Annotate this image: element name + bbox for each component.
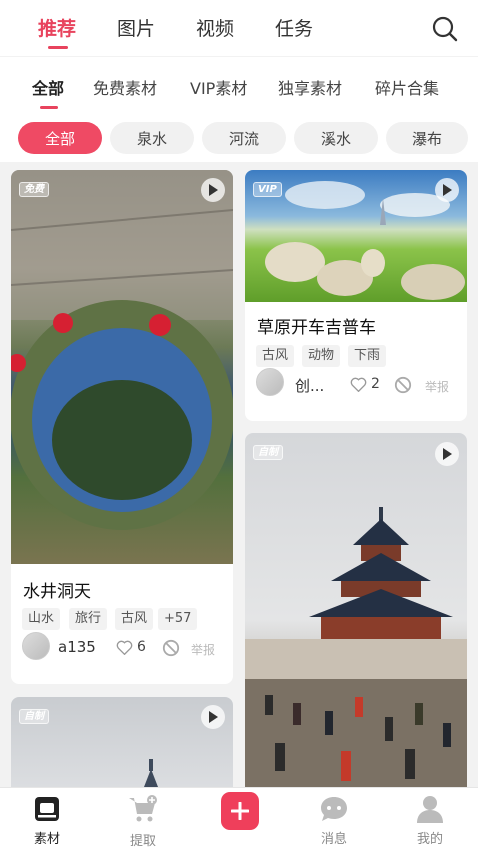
tag-more[interactable]: +57 xyxy=(158,608,198,630)
nav-material[interactable]: 素材 xyxy=(12,788,82,850)
tag[interactable]: 古风 xyxy=(256,345,295,367)
tab-recommend[interactable]: 推荐 xyxy=(38,14,76,41)
play-icon xyxy=(443,184,452,196)
like-count: 2 xyxy=(371,376,380,392)
block-icon[interactable] xyxy=(394,376,412,394)
play-button[interactable] xyxy=(201,178,225,202)
tag[interactable]: 古风 xyxy=(115,608,154,630)
play-button[interactable] xyxy=(435,442,459,466)
chip-stream[interactable]: 溪水 xyxy=(294,122,378,154)
nav-label: 素材 xyxy=(33,832,60,847)
play-button[interactable] xyxy=(435,178,459,202)
video-thumbnail[interactable] xyxy=(11,170,233,564)
video-card[interactable]: 免费 水井洞天 山水 旅行 古风 +57 a135 6 举报 xyxy=(11,170,233,684)
category-vip[interactable]: VIP素材 xyxy=(190,75,247,99)
tab-videos[interactable]: 视频 xyxy=(196,14,234,41)
self-made-badge: 自制 xyxy=(253,445,283,460)
tag[interactable]: 旅行 xyxy=(69,608,108,630)
tag[interactable]: 山水 xyxy=(22,608,61,630)
nav-profile[interactable]: 我的 xyxy=(395,788,465,850)
nav-extract[interactable]: 提取 xyxy=(108,788,178,850)
chip-waterfall[interactable]: 瀑布 xyxy=(386,122,468,154)
search-icon xyxy=(432,16,458,42)
chip-spring[interactable]: 泉水 xyxy=(110,122,194,154)
report-link[interactable]: 举报 xyxy=(191,641,215,658)
tag[interactable]: 下雨 xyxy=(348,345,387,367)
card-title[interactable]: 草原开车吉普车 xyxy=(257,313,376,338)
cart-icon xyxy=(129,795,157,822)
avatar[interactable] xyxy=(256,368,284,396)
video-card[interactable]: 自制 xyxy=(245,433,467,807)
nav-label: 我的 xyxy=(416,832,443,847)
chip-all[interactable]: 全部 xyxy=(18,122,102,154)
free-badge: 免费 xyxy=(19,182,49,197)
tab-tasks[interactable]: 任务 xyxy=(275,14,313,41)
self-made-badge: 自制 xyxy=(19,709,49,724)
play-icon xyxy=(209,184,218,196)
material-icon xyxy=(35,797,59,821)
play-icon xyxy=(443,448,452,460)
category-tab-bar: 全部 免费素材 VIP素材 独享素材 碎片合集 xyxy=(0,56,478,112)
card-title[interactable]: 水井洞天 xyxy=(23,577,91,602)
plus-icon xyxy=(231,802,249,820)
nav-messages[interactable]: 消息 xyxy=(299,788,369,850)
search-button[interactable] xyxy=(430,14,460,44)
chip-river[interactable]: 河流 xyxy=(202,122,286,154)
heart-icon[interactable] xyxy=(350,377,367,392)
author-name[interactable]: 创... xyxy=(295,375,324,396)
avatar[interactable] xyxy=(22,632,50,660)
report-link[interactable]: 举报 xyxy=(425,378,449,395)
filter-chip-bar: 全部 泉水 河流 溪水 瀑布 xyxy=(0,112,478,162)
tab-images[interactable]: 图片 xyxy=(117,14,155,41)
active-category-indicator xyxy=(40,106,58,109)
category-exclusive[interactable]: 独享素材 xyxy=(278,75,342,99)
message-icon xyxy=(321,797,347,821)
top-tab-bar: 推荐 图片 视频 任务 xyxy=(0,0,478,56)
nav-label: 提取 xyxy=(129,834,156,849)
category-free[interactable]: 免费素材 xyxy=(93,75,157,99)
vip-badge: VIP xyxy=(253,182,282,197)
like-count: 6 xyxy=(137,639,146,655)
tag[interactable]: 动物 xyxy=(302,345,341,367)
block-icon[interactable] xyxy=(162,639,180,657)
create-button[interactable] xyxy=(221,792,259,830)
author-name[interactable]: a135 xyxy=(58,638,96,656)
heart-icon[interactable] xyxy=(116,640,133,655)
video-card[interactable]: VIP 草原开车吉普车 古风 动物 下雨 创... 2 举报 xyxy=(245,170,467,421)
play-icon xyxy=(209,711,218,723)
video-thumbnail[interactable] xyxy=(245,433,467,807)
category-fragments[interactable]: 碎片合集 xyxy=(375,75,439,99)
active-tab-indicator xyxy=(48,46,68,49)
profile-icon xyxy=(417,796,443,823)
play-button[interactable] xyxy=(201,705,225,729)
nav-label: 消息 xyxy=(320,832,347,847)
category-all[interactable]: 全部 xyxy=(32,75,64,99)
